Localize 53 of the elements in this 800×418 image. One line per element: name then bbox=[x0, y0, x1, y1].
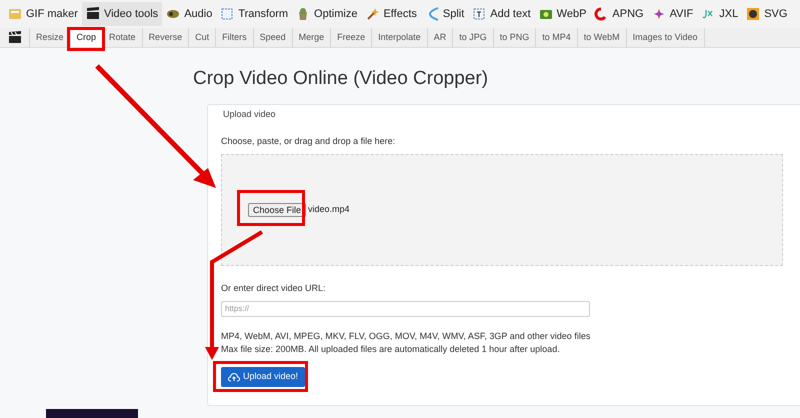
tool-tab[interactable]: to PNG bbox=[494, 28, 536, 47]
tool-tab[interactable]: Reverse bbox=[142, 28, 190, 47]
menu-item[interactable]: SVG bbox=[742, 2, 792, 26]
menu-item[interactable]: Effects bbox=[361, 2, 421, 26]
formats-note: MP4, WebM, AVI, MPEG, MKV, FLV, OGG, MOV, M4V, WMV, ASF, 3GP and other video files bbox=[221, 330, 592, 343]
picture-icon bbox=[8, 7, 22, 21]
tool-tab[interactable]: Speed bbox=[254, 28, 293, 47]
upload-prompt: Choose, paste, or drag and drop a file here: bbox=[221, 135, 396, 148]
menu-item[interactable]: AVIF bbox=[648, 2, 698, 26]
tool-tab[interactable]: AR bbox=[428, 28, 454, 47]
menu-item[interactable]: Add text bbox=[468, 2, 535, 26]
speaker-icon bbox=[166, 7, 180, 21]
letters-icon bbox=[701, 7, 716, 21]
url-input-field[interactable]: https:// bbox=[221, 300, 590, 316]
tool-tab[interactable]: Freeze bbox=[331, 28, 372, 47]
tool-tab[interactable]: Interpolate bbox=[372, 28, 428, 47]
tool-tab[interactable]: Cut bbox=[189, 28, 216, 47]
size-note: Max file size: 200MB. All uploaded files are automatically deleted 1 hour after upload. bbox=[221, 343, 561, 356]
menu-item[interactable]: GIF maker bbox=[4, 2, 82, 26]
menu-item[interactable]: Audio bbox=[162, 2, 216, 26]
menu-item[interactable]: Video tools bbox=[82, 2, 162, 26]
menu-item[interactable]: Optimize bbox=[292, 2, 362, 26]
menu-item[interactable]: Split bbox=[420, 2, 468, 26]
page-title: Crop Video Online (Video Cropper) bbox=[193, 67, 490, 91]
highlight-frame bbox=[67, 27, 105, 51]
wand-icon bbox=[365, 7, 380, 21]
tool-tab[interactable]: Images to Video bbox=[626, 28, 704, 47]
text-frame-icon bbox=[472, 7, 486, 21]
tool-tab[interactable]: Filters bbox=[216, 28, 254, 47]
menu-item[interactable]: Transform bbox=[216, 2, 292, 26]
tool-tab[interactable]: Rotate bbox=[103, 28, 143, 47]
clapperboard-icon bbox=[86, 7, 100, 21]
panel-legend: Upload video bbox=[221, 108, 278, 122]
tool-tab[interactable]: Merge bbox=[292, 28, 332, 47]
lion-icon bbox=[746, 7, 760, 21]
menu-item[interactable]: APNG bbox=[590, 2, 648, 26]
highlight-frame bbox=[237, 190, 305, 226]
camera-icon bbox=[538, 7, 553, 21]
ring-icon bbox=[594, 7, 608, 21]
choose-file-button[interactable]: Choose File bbox=[248, 202, 306, 216]
clapperboard-icon bbox=[8, 31, 22, 44]
tool-tab[interactable]: to MP4 bbox=[536, 28, 578, 47]
file-name: video.mp4 bbox=[308, 202, 350, 216]
dashed-square-icon bbox=[220, 7, 234, 21]
menu-item[interactable]: JXL bbox=[697, 2, 742, 26]
drop-zone[interactable]: Choose File video.mp4 bbox=[221, 154, 783, 266]
sparkle-icon bbox=[652, 7, 666, 21]
tool-tab[interactable]: to JPG bbox=[453, 28, 494, 47]
url-label: Or enter direct video URL: bbox=[221, 282, 327, 294]
upload-button[interactable]: Upload video! bbox=[221, 367, 305, 387]
cloud-upload-icon bbox=[228, 372, 240, 382]
menu-item[interactable]: WebP bbox=[534, 2, 590, 26]
tool-tab[interactable]: to WebM bbox=[578, 28, 627, 47]
